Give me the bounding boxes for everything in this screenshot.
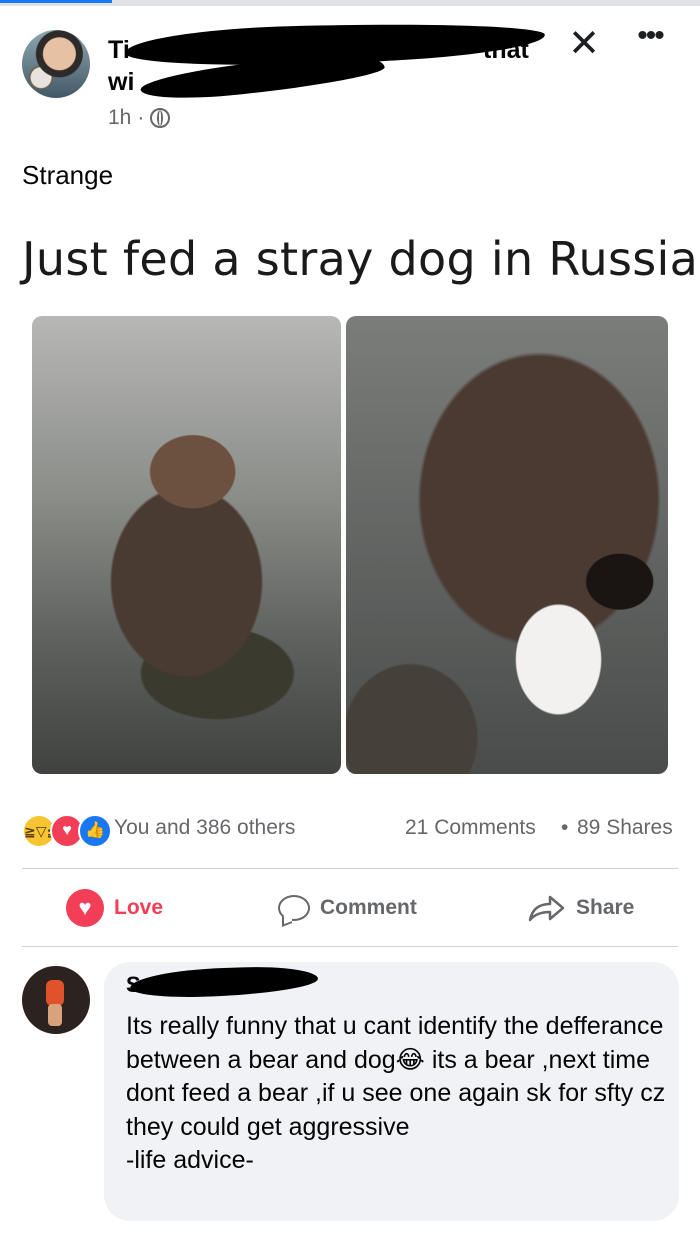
post-meta: 1h ·	[108, 106, 171, 130]
count-separator: •	[561, 816, 569, 839]
love-label: Love	[114, 896, 164, 919]
meme-caption: Just fed a stray dog in Russia	[22, 232, 699, 286]
share-arrow-icon	[528, 895, 565, 922]
bear-photo-right[interactable]	[346, 316, 668, 774]
top-progress-bar	[0, 0, 700, 6]
comment-label: Comment	[320, 896, 417, 919]
divider	[22, 868, 678, 869]
avatar-figure-legs	[48, 1004, 62, 1026]
love-button[interactable]: ♥ Love	[66, 888, 163, 928]
avatar-figure	[46, 980, 64, 1006]
reaction-count[interactable]: You and 386 others	[114, 816, 295, 840]
progress-segment	[0, 0, 112, 3]
globe-icon	[150, 108, 171, 128]
meta-separator: ·	[137, 106, 145, 129]
comment-bubble-icon	[278, 895, 310, 921]
bear-photo-left[interactable]	[32, 316, 341, 774]
poster-name-line2: wi	[108, 68, 135, 96]
share-count[interactable]: 89 Shares	[577, 816, 673, 840]
like-icon: 👍	[78, 814, 112, 848]
poster-avatar[interactable]	[22, 30, 90, 98]
share-button[interactable]: Share	[528, 888, 634, 928]
heart-icon: ♥	[66, 889, 104, 927]
comment-count[interactable]: 21 Comments	[405, 816, 536, 840]
divider	[22, 946, 678, 947]
poster-name[interactable]: Ti that wi	[108, 34, 529, 98]
post-time[interactable]: 1h	[108, 106, 131, 130]
comment-button[interactable]: Comment	[278, 888, 417, 928]
share-label: Share	[576, 896, 635, 919]
more-options-button[interactable]: •••	[630, 21, 670, 56]
comment-text: Its really funny that u cant identify th…	[126, 1012, 666, 1174]
commenter-avatar[interactable]	[22, 966, 90, 1034]
post-text: Strange	[22, 160, 114, 190]
close-button[interactable]: ✕	[566, 25, 602, 63]
reaction-icons[interactable]: ≧▽≦ ♥ 👍	[22, 814, 112, 848]
